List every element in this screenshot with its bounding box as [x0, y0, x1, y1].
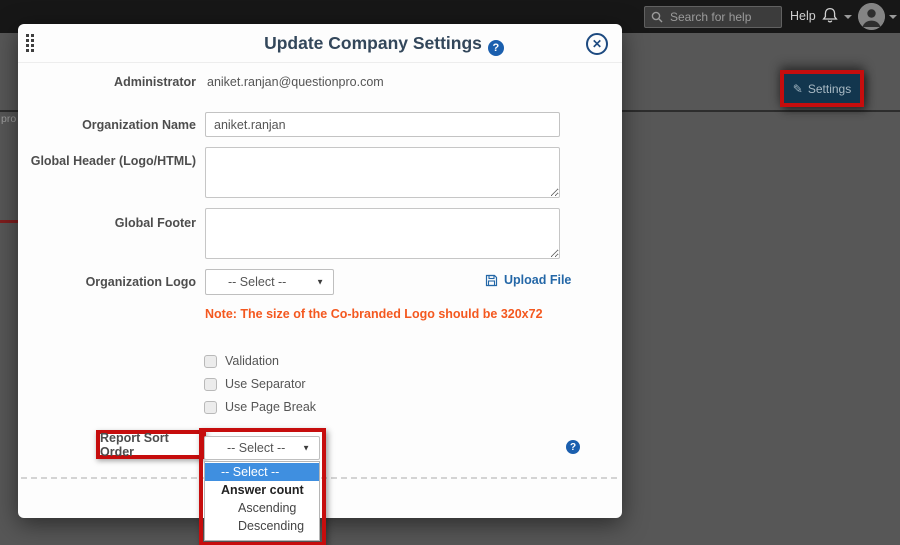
report-sort-order-label: Report Sort Order [100, 431, 202, 459]
help-search-box[interactable] [644, 6, 782, 28]
use-separator-label: Use Separator [225, 377, 306, 391]
validation-checkbox[interactable] [204, 355, 217, 368]
help-search-input[interactable] [668, 9, 775, 25]
notifications-bell-icon[interactable] [820, 6, 840, 26]
validation-checkbox-row[interactable]: Validation [204, 354, 279, 368]
report-sort-order-select[interactable]: -- Select -- ▼ [204, 436, 320, 460]
search-icon [651, 11, 663, 23]
update-company-settings-modal: Update Company Settings? ✕ Administrator… [18, 24, 622, 518]
organization-name-label: Organization Name [18, 118, 196, 132]
use-separator-checkbox[interactable] [204, 378, 217, 391]
report-sort-order-label-annotation: Report Sort Order [96, 430, 206, 459]
use-separator-checkbox-row[interactable]: Use Separator [204, 377, 306, 391]
use-page-break-label: Use Page Break [225, 400, 316, 414]
close-icon[interactable]: ✕ [586, 33, 608, 55]
report-sort-order-select-value: -- Select -- [227, 441, 285, 455]
modal-title: Update Company Settings? [146, 33, 622, 56]
organization-name-input[interactable] [205, 112, 560, 137]
page-partial-text: pro [1, 113, 16, 125]
global-footer-label: Global Footer [18, 216, 196, 230]
notifications-caret-icon[interactable] [844, 15, 852, 19]
global-header-textarea[interactable] [205, 147, 560, 198]
screen: Help pro ✎ Settings Update Company Setti… [0, 0, 900, 545]
title-help-icon[interactable]: ? [488, 40, 504, 56]
report-sort-order-annotation: -- Select -- ▼ -- Select -- Answer count… [199, 428, 326, 545]
logo-size-note: Note: The size of the Co-branded Logo sh… [205, 307, 543, 321]
dropdown-option-descending[interactable]: Descending [205, 517, 319, 535]
settings-button-label: Settings [808, 82, 851, 96]
use-page-break-checkbox[interactable] [204, 401, 217, 414]
global-footer-textarea[interactable] [205, 208, 560, 259]
dropdown-option-ascending[interactable]: Ascending [205, 499, 319, 517]
select-caret-icon: ▼ [316, 278, 324, 287]
select-caret-icon: ▼ [302, 444, 310, 453]
validation-label: Validation [225, 354, 279, 368]
avatar-caret-icon[interactable] [889, 15, 897, 19]
administrator-label: Administrator [18, 75, 196, 89]
help-menu[interactable]: Help [790, 9, 816, 23]
administrator-value: aniket.ranjan@questionpro.com [207, 75, 384, 89]
dropdown-option-select[interactable]: -- Select -- [205, 463, 319, 481]
drag-handle-icon[interactable] [26, 34, 34, 52]
use-page-break-checkbox-row[interactable]: Use Page Break [204, 400, 316, 414]
settings-button-annotation: ✎ Settings [780, 70, 864, 107]
page-red-annotation-fragment [0, 220, 18, 223]
organization-logo-select-value: -- Select -- [228, 275, 286, 289]
upload-file-icon [485, 274, 498, 287]
organization-logo-select[interactable]: -- Select -- ▼ [205, 269, 334, 295]
organization-logo-label: Organization Logo [18, 275, 196, 289]
global-header-label: Global Header (Logo/HTML) [18, 154, 196, 168]
report-sort-order-help-icon[interactable]: ? [566, 440, 580, 454]
upload-file-label: Upload File [504, 273, 571, 287]
pencil-icon: ✎ [793, 82, 803, 96]
report-sort-order-dropdown: -- Select -- Answer count Ascending Desc… [204, 461, 320, 541]
settings-button[interactable]: ✎ Settings [784, 74, 860, 103]
modal-header-divider [18, 62, 622, 63]
upload-file-link[interactable]: Upload File [485, 273, 571, 287]
dropdown-group-answer-count: Answer count [205, 481, 319, 499]
user-avatar[interactable] [858, 3, 885, 30]
